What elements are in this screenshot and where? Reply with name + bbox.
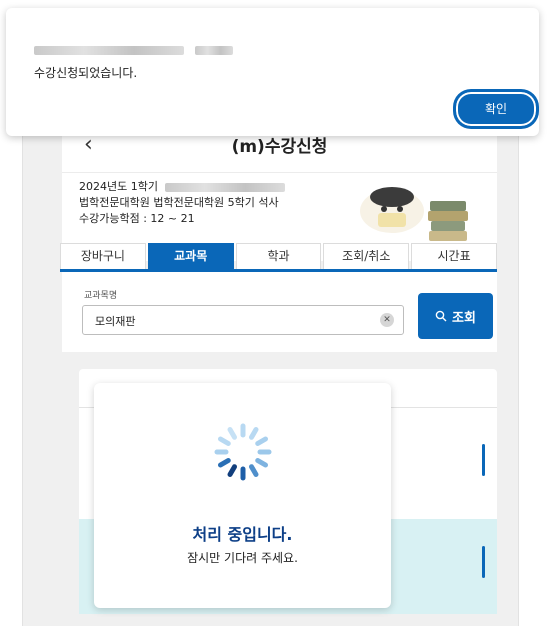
alert-message: 수강신청되었습니다. [34, 66, 138, 80]
tab-timetable[interactable]: 시간표 [411, 243, 497, 269]
course-search-input[interactable]: 모의재판 ✕ [82, 305, 404, 335]
tab-bar: 장바구니 교과목 학과 조회/취소 시간표 [60, 243, 497, 272]
loading-title: 처리 중입니다. [192, 525, 293, 544]
search-button-label: 조회 [452, 310, 476, 326]
redacted-origin [34, 40, 234, 59]
program-text: 법학전문대학원 법학전문대학원 5학기 석사 [79, 196, 279, 209]
search-panel: 교과목명 모의재판 ✕ 조회 [62, 272, 497, 352]
result-card-edge [482, 444, 485, 476]
loading-subtitle: 잠시만 기다려 주세요. [187, 551, 298, 565]
search-input-value: 모의재판 [95, 315, 136, 328]
tab-department[interactable]: 학과 [235, 243, 322, 269]
result-card-edge [482, 546, 485, 578]
tab-course[interactable]: 교과목 [147, 243, 234, 269]
redacted-name [165, 182, 286, 192]
tab-inquiry-cancel[interactable]: 조회/취소 [323, 243, 410, 269]
credits-text: 수강가능학점 : 12 ~ 21 [79, 212, 195, 225]
course-name-label: 교과목명 [84, 291, 118, 301]
clear-icon[interactable]: ✕ [380, 313, 394, 327]
tab-cart[interactable]: 장바구니 [60, 243, 146, 269]
loading-dialog: 처리 중입니다. 잠시만 기다려 주세요. [94, 383, 391, 608]
loading-spinner-icon [214, 423, 272, 481]
search-icon [435, 310, 447, 322]
alert-dialog: 수강신청되었습니다. 확인 [6, 8, 539, 136]
search-button[interactable]: 조회 [418, 293, 493, 339]
semester-text: 2024년도 1학기 [79, 180, 158, 193]
confirm-button[interactable]: 확인 [454, 90, 538, 128]
